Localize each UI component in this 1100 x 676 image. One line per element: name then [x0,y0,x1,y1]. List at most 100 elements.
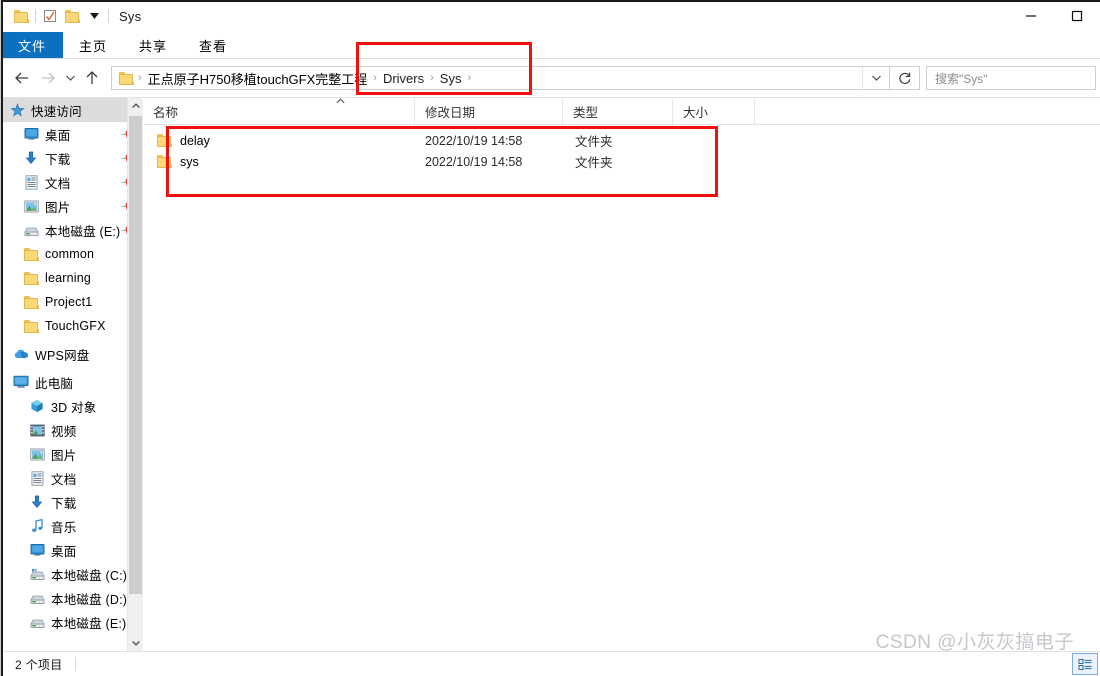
tab-home[interactable]: 主页 [63,32,123,58]
sidebar-label: WPS网盘 [35,348,90,363]
sidebar-scrollbar[interactable] [127,98,143,651]
breadcrumb-item-project[interactable]: 正点原子H750移植touchGFX完整工程 [144,69,372,88]
folder-icon [23,318,39,334]
sidebar-item-touchgfx[interactable]: TouchGFX [1,314,143,338]
sidebar-label: 音乐 [51,520,77,535]
column-header-name-label: 名称 [153,105,179,120]
sidebar-label: 本地磁盘 (C:) [51,568,128,583]
sidebar-item-pictures[interactable]: 图片 📌 [1,194,143,218]
arrow-up-icon[interactable] [79,65,105,91]
folder-icon [23,270,39,286]
main-area: 快速访问 桌面 📌 下载 [1,97,1100,651]
column-header-name[interactable]: 名称 [143,98,415,124]
file-date-cell: 2022/10/19 14:58 [425,154,523,169]
sidebar-item-common[interactable]: common [1,242,143,266]
file-type-cell: 文件夹 [575,135,613,149]
navigation-pane: 快速访问 桌面 📌 下载 [1,98,143,651]
music-icon [29,518,45,534]
breadcrumb-separator-2[interactable]: › [428,72,436,84]
drive-icon [29,614,45,630]
file-name-label: delay [180,133,210,148]
refresh-icon[interactable] [890,66,920,90]
file-list-pane: 名称 修改日期 类型 大小 delay 2022/10/19 14:58 文件夹… [143,98,1100,651]
new-folder-icon[interactable] [61,5,83,27]
table-row[interactable]: delay 2022/10/19 14:58 文件夹 [143,130,1100,151]
sidebar-item-this-pc[interactable]: 此电脑 [1,370,143,394]
address-folder-icon [119,71,134,85]
sidebar-label: 3D 对象 [51,400,97,415]
this-pc-icon [13,374,29,390]
sidebar-item-quick-access[interactable]: 快速访问 [1,98,143,122]
folder-icon [157,155,172,168]
sidebar-item-wps-cloud[interactable]: WPS网盘 [1,342,143,366]
customize-dropdown-icon[interactable] [83,5,105,27]
properties-icon[interactable] [39,5,61,27]
status-bar: 2 个项目 [1,651,1100,676]
maximize-button[interactable] [1054,0,1100,32]
chevron-down-icon[interactable] [61,65,79,91]
sidebar-item-downloads[interactable]: 下载 📌 [1,146,143,170]
sidebar-label: 本地磁盘 (E:) [51,616,127,631]
file-date-cell: 2022/10/19 14:58 [425,133,523,148]
folder-icon [23,246,39,262]
table-row[interactable]: sys 2022/10/19 14:58 文件夹 [143,151,1100,172]
sidebar-item-local-disk-e[interactable]: 本地磁盘 (E:) [1,610,143,634]
sidebar-item-desktop-pc[interactable]: 桌面 [1,538,143,562]
scrollbar-thumb[interactable] [129,116,142,594]
sidebar-item-learning[interactable]: learning [1,266,143,290]
breadcrumb-item-drivers[interactable]: Drivers [379,71,428,86]
sidebar-label: 下载 [45,152,71,167]
breadcrumb-item-sys[interactable]: Sys [436,71,466,86]
address-bar-row: › 正点原子H750移植touchGFX完整工程 › Drivers › Sys… [1,59,1100,97]
scroll-down-icon[interactable] [128,635,143,651]
sidebar-item-pictures-pc[interactable]: 图片 [1,442,143,466]
system-drive-icon [29,566,45,582]
file-name-cell: sys [157,155,425,169]
cloud-icon [13,346,29,362]
ribbon-tab-bar: 文件 主页 共享 查看 [1,32,1100,59]
folder-icon[interactable] [10,5,32,27]
minimize-button[interactable] [1008,0,1054,32]
sidebar-item-local-disk-d[interactable]: 本地磁盘 (D:) [1,586,143,610]
quick-access-toolbar: Sys [1,5,141,27]
3d-objects-icon [29,398,45,414]
view-mode-buttons [1072,653,1098,675]
column-header-size[interactable]: 大小 [673,98,755,124]
arrow-left-icon[interactable] [9,65,35,91]
pictures-icon [29,446,45,462]
sidebar-item-project1[interactable]: Project1 [1,290,143,314]
tab-view[interactable]: 查看 [183,32,243,58]
watermark-text: CSDN @小灰灰搞电子 [875,632,1074,653]
tab-share[interactable]: 共享 [123,32,183,58]
address-dropdown-icon[interactable] [862,67,889,89]
file-list: delay 2022/10/19 14:58 文件夹 sys 2022/10/1… [143,125,1100,651]
scroll-up-icon[interactable] [128,98,143,114]
sidebar-item-documents-pc[interactable]: 文档 [1,466,143,490]
search-input[interactable]: 搜索"Sys" [926,66,1096,90]
sidebar-item-videos[interactable]: 视频 [1,418,143,442]
breadcrumb-separator-0: › [138,72,142,84]
address-bar[interactable]: › 正点原子H750移植touchGFX完整工程 › Drivers › Sys… [111,66,890,90]
pictures-icon [23,198,39,214]
tab-file[interactable]: 文件 [1,32,63,58]
sidebar-label: 视频 [51,424,77,439]
window-title: Sys [119,8,142,24]
column-header-date[interactable]: 修改日期 [415,98,563,124]
item-count-label: 2 个项目 [15,657,63,672]
breadcrumb-separator-1[interactable]: › [371,72,379,84]
sidebar-item-local-disk-e-quick[interactable]: 本地磁盘 (E:) 📌 [1,218,143,242]
sidebar-label: 快速访问 [31,104,82,119]
breadcrumb-separator-3[interactable]: › [465,72,473,84]
sidebar-label: 文档 [45,176,71,191]
sidebar-item-local-disk-c[interactable]: 本地磁盘 (C:) [1,562,143,586]
file-name-cell: delay [157,134,425,148]
sidebar-item-music[interactable]: 音乐 [1,514,143,538]
sidebar-item-downloads-pc[interactable]: 下载 [1,490,143,514]
details-view-icon[interactable] [1072,653,1098,675]
file-type-cell: 文件夹 [575,156,613,170]
download-icon [29,494,45,510]
sidebar-item-3d-objects[interactable]: 3D 对象 [1,394,143,418]
sidebar-item-documents[interactable]: 文档 📌 [1,170,143,194]
column-header-type[interactable]: 类型 [563,98,673,124]
sidebar-item-desktop[interactable]: 桌面 📌 [1,122,143,146]
